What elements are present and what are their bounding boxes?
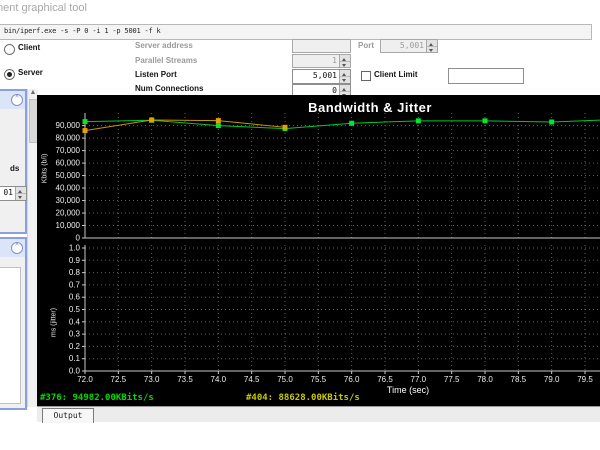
svg-text:78.5: 78.5 bbox=[511, 375, 527, 384]
sidebar-text-fragment: ds bbox=[10, 164, 20, 173]
svg-text:77.0: 77.0 bbox=[411, 375, 427, 384]
svg-text:0.8: 0.8 bbox=[69, 268, 81, 277]
svg-text:60,000: 60,000 bbox=[56, 159, 81, 168]
client-limit-checkbox[interactable] bbox=[361, 71, 371, 81]
svg-text:0.3: 0.3 bbox=[69, 330, 81, 339]
legend-376-label: #376: bbox=[40, 393, 68, 403]
svg-text:50,000: 50,000 bbox=[56, 171, 81, 180]
bandwidth-axis-label: Kbits (b/i) bbox=[41, 153, 49, 184]
svg-text:0.6: 0.6 bbox=[69, 293, 81, 302]
svg-text:75.5: 75.5 bbox=[311, 375, 327, 384]
svg-text:79.5: 79.5 bbox=[577, 375, 593, 384]
parallel-streams-label: Parallel Streams bbox=[135, 56, 198, 65]
parallel-streams-value: 1 bbox=[332, 56, 337, 65]
iperf-command-input[interactable]: bin/iperf.exe -s -P 0 -i 1 -p 5001 -f k bbox=[0, 24, 592, 40]
client-radio-label: Client bbox=[18, 43, 41, 52]
svg-text:Time (sec): Time (sec) bbox=[387, 385, 429, 395]
svg-text:40,000: 40,000 bbox=[56, 184, 81, 193]
svg-text:0.7: 0.7 bbox=[69, 280, 81, 289]
parallel-streams-spinner-arrows-icon[interactable] bbox=[339, 55, 350, 67]
port-value: 5,001 bbox=[399, 41, 424, 50]
sidebar-spinner-fragment[interactable]: 01 bbox=[0, 186, 27, 201]
svg-text:75.0: 75.0 bbox=[277, 375, 293, 384]
svg-text:76.5: 76.5 bbox=[377, 375, 393, 384]
svg-text:77.5: 77.5 bbox=[444, 375, 460, 384]
svg-text:0.2: 0.2 bbox=[69, 342, 81, 351]
svg-text:0: 0 bbox=[76, 234, 81, 243]
svg-text:0.1: 0.1 bbox=[69, 354, 81, 363]
server-address-input[interactable] bbox=[292, 39, 351, 53]
server-address-value bbox=[293, 40, 350, 52]
listen-port-label: Listen Port bbox=[135, 70, 177, 79]
svg-text:90,000: 90,000 bbox=[56, 121, 81, 130]
client-limit-label: Client Limit bbox=[374, 70, 418, 79]
tab-output[interactable]: Output bbox=[42, 408, 94, 423]
client-limit-input[interactable] bbox=[448, 68, 524, 84]
legend-entry-404: #404: 88628.00KBits/s bbox=[246, 393, 360, 403]
listen-port-value: 5,001 bbox=[312, 71, 337, 80]
svg-text:10,000: 10,000 bbox=[56, 221, 81, 230]
num-connections-label: Num Connections bbox=[135, 84, 204, 93]
panel-collapse-icon[interactable]: ^ bbox=[11, 94, 23, 106]
client-limit-value bbox=[449, 69, 523, 83]
sidebar-panel-top: ^ ds 01 bbox=[0, 89, 27, 234]
server-radio[interactable] bbox=[4, 69, 15, 80]
listen-port-spinner-arrows-icon[interactable] bbox=[339, 70, 350, 83]
svg-text:80,000: 80,000 bbox=[56, 134, 81, 143]
svg-text:72.0: 72.0 bbox=[77, 375, 93, 384]
sidebar-panel-bottom: ^ bbox=[0, 237, 27, 410]
client-radio[interactable] bbox=[4, 44, 15, 55]
server-address-label: Server address bbox=[135, 41, 193, 50]
svg-text:70,000: 70,000 bbox=[56, 146, 81, 155]
server-radio-label: Server bbox=[18, 68, 43, 77]
svg-text:72.5: 72.5 bbox=[111, 375, 127, 384]
chart-canvas: 0 10,000 20,000 30,000 40,000 50,000 60,000 70,… bbox=[56, 113, 600, 395]
svg-text:1.0: 1.0 bbox=[69, 244, 81, 253]
parallel-streams-spinner[interactable]: 1 bbox=[292, 54, 351, 68]
bandwidth-jitter-chart: Bandwidth & Jitter 0 10,000 20,000 30,000 40… bbox=[37, 95, 600, 406]
window-title: ment graphical tool bbox=[0, 2, 87, 14]
svg-text:74.0: 74.0 bbox=[211, 375, 227, 384]
svg-text:30,000: 30,000 bbox=[56, 196, 81, 205]
sidebar-inner-box bbox=[0, 267, 21, 404]
svg-text:73.0: 73.0 bbox=[144, 375, 160, 384]
svg-text:79.0: 79.0 bbox=[544, 375, 560, 384]
legend-404-value: 88628.00KBits/s bbox=[278, 393, 360, 403]
jitter-axis-label: ms (jitter) bbox=[50, 307, 58, 338]
svg-text:0.4: 0.4 bbox=[69, 317, 81, 326]
svg-text:78.0: 78.0 bbox=[477, 375, 493, 384]
legend-376-value: 94982.00KBits/s bbox=[72, 393, 154, 403]
output-tab-bar: Output bbox=[37, 406, 600, 423]
legend-entry-376: #376: 94982.00KBits/s bbox=[40, 393, 154, 403]
port-spinner[interactable]: 5,001 bbox=[380, 39, 438, 53]
sidebar-spinner-value: 01 bbox=[3, 188, 13, 197]
svg-text:73.5: 73.5 bbox=[177, 375, 193, 384]
listen-port-spinner[interactable]: 5,001 bbox=[292, 69, 351, 84]
port-spinner-arrows-icon[interactable] bbox=[426, 40, 437, 52]
panel-collapse-icon-2[interactable]: ^ bbox=[11, 242, 23, 254]
svg-text:76.0: 76.0 bbox=[344, 375, 360, 384]
legend-404-label: #404: bbox=[246, 393, 274, 403]
svg-text:0.5: 0.5 bbox=[69, 305, 81, 314]
sidebar-spinner-arrows-icon[interactable] bbox=[15, 187, 26, 200]
svg-text:0.9: 0.9 bbox=[69, 256, 81, 265]
svg-text:74.5: 74.5 bbox=[244, 375, 260, 384]
svg-text:20,000: 20,000 bbox=[56, 209, 81, 218]
port-label: Port bbox=[358, 41, 374, 50]
